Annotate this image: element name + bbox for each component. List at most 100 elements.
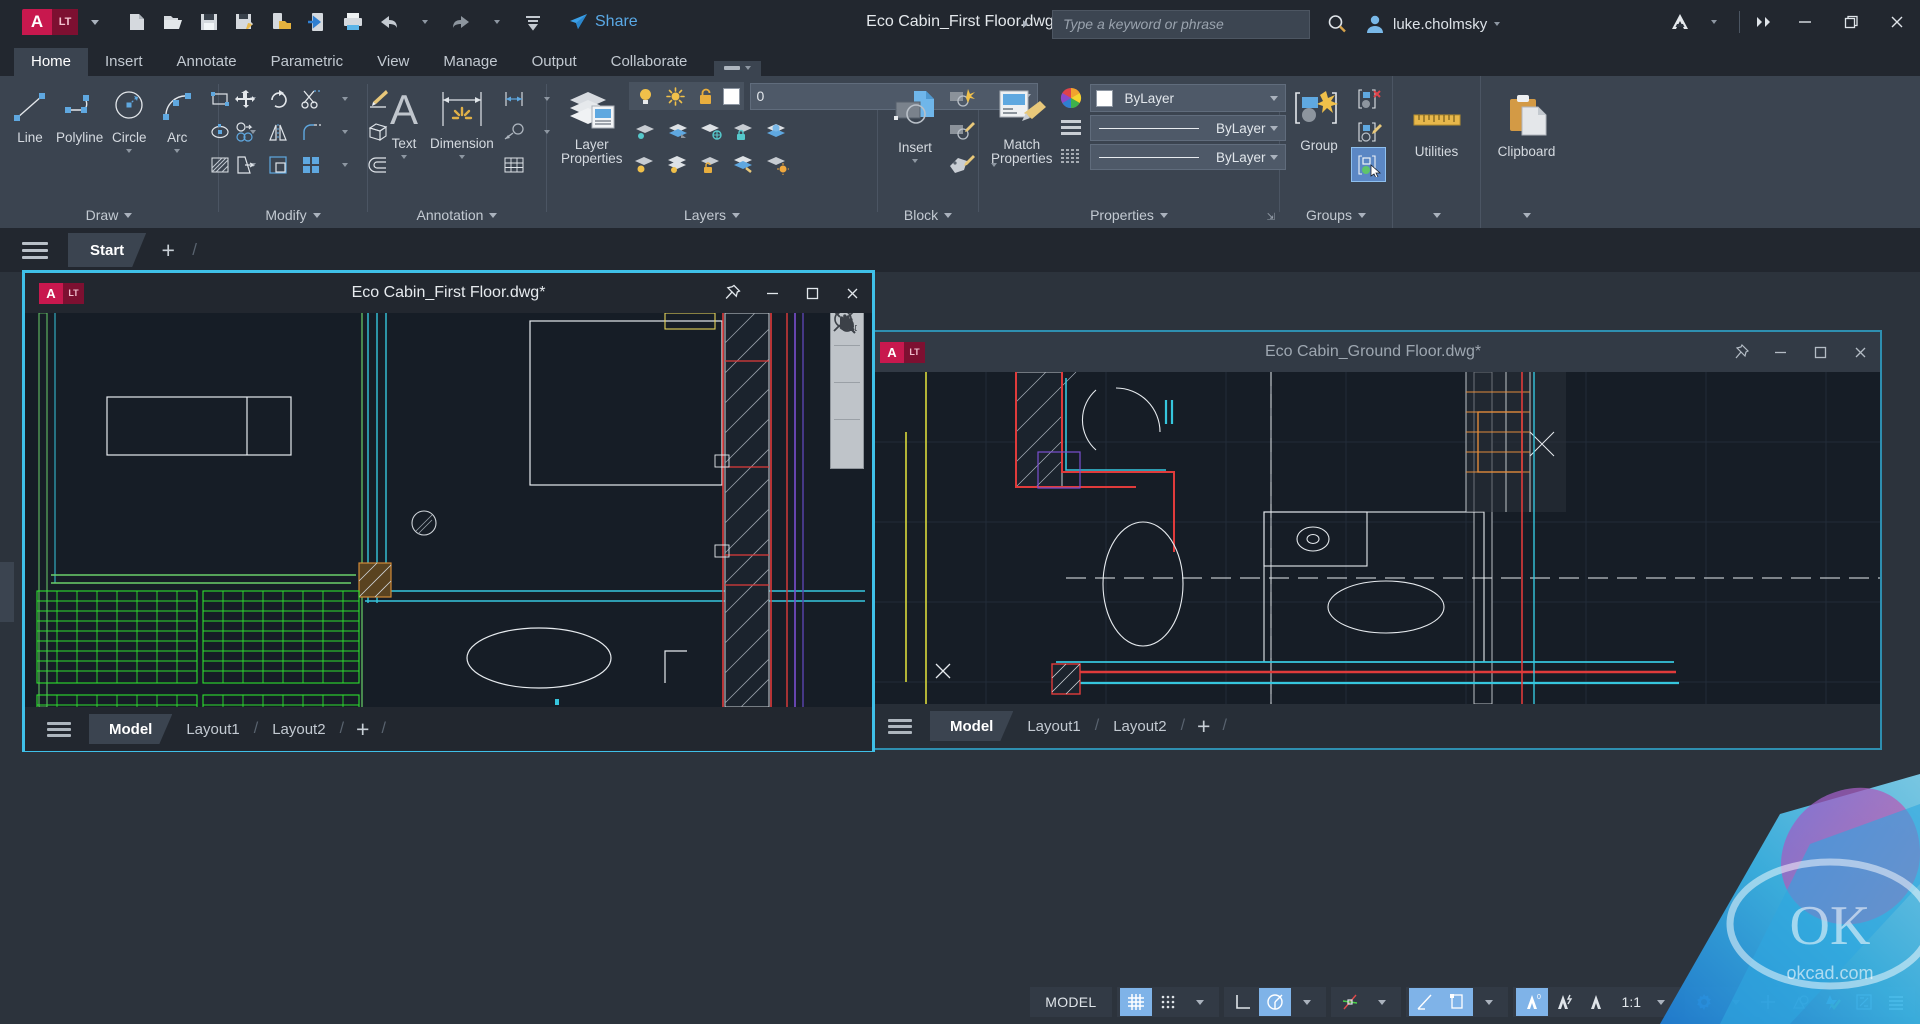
define-attributes-button[interactable] bbox=[944, 148, 977, 181]
close-window-button[interactable] bbox=[1874, 0, 1920, 44]
first-floor-menu-icon[interactable] bbox=[47, 721, 71, 737]
modify-fillet-button[interactable] bbox=[295, 115, 328, 148]
modify-stretch-button[interactable] bbox=[229, 148, 262, 181]
modify-scale-button[interactable] bbox=[262, 148, 295, 181]
layer-off-button[interactable] bbox=[695, 114, 728, 147]
new-icon[interactable] bbox=[120, 5, 154, 39]
minimize-window-button[interactable] bbox=[1782, 0, 1828, 44]
polar-tracking-caret[interactable] bbox=[1291, 988, 1323, 1016]
layer-thaw-all-button[interactable] bbox=[662, 147, 695, 180]
layer-match-button[interactable] bbox=[728, 147, 761, 180]
group-edit-button[interactable] bbox=[1352, 115, 1385, 148]
object-snap-toggle[interactable] bbox=[1334, 988, 1366, 1016]
ground-floor-pin-button[interactable] bbox=[1720, 332, 1760, 372]
hardware-acceleration-icon[interactable] bbox=[1752, 988, 1784, 1016]
ground-floor-close-button[interactable] bbox=[1840, 332, 1880, 372]
application-menu-caret[interactable] bbox=[78, 5, 112, 39]
create-block-button[interactable] bbox=[944, 82, 977, 115]
object-snap-caret[interactable] bbox=[1366, 988, 1398, 1016]
annotation-scale-caret[interactable] bbox=[1645, 988, 1677, 1016]
expand-ribbon-icon[interactable] bbox=[1748, 5, 1782, 39]
graphics-performance-icon[interactable] bbox=[1816, 988, 1848, 1016]
undo-dropdown-icon[interactable] bbox=[408, 5, 442, 39]
ribbon-tab-overflow[interactable] bbox=[714, 61, 762, 76]
autocad-lt-logo[interactable]: A LT bbox=[22, 9, 78, 35]
navbar-more-icon[interactable] bbox=[832, 313, 862, 453]
lineweight-combo[interactable]: ByLayer bbox=[1089, 144, 1286, 170]
snap-mode-toggle[interactable] bbox=[1152, 988, 1184, 1016]
annotation-text-button[interactable]: A Text bbox=[380, 82, 428, 163]
modify-trim-button[interactable] bbox=[295, 82, 328, 115]
draw-polyline-button[interactable]: Polyline bbox=[54, 82, 105, 149]
annotation-table-button[interactable] bbox=[498, 148, 531, 181]
save-to-web-mobile-icon[interactable] bbox=[264, 5, 298, 39]
modify-move-button[interactable] bbox=[229, 82, 262, 115]
layer-color-swatch[interactable] bbox=[722, 87, 740, 105]
ground-floor-new-layout-button[interactable]: + bbox=[1185, 713, 1222, 740]
share-button[interactable]: Share bbox=[560, 8, 646, 36]
ribbon-tab-collaborate[interactable]: Collaborate bbox=[594, 48, 705, 76]
search-expand-arrow-icon[interactable] bbox=[1008, 7, 1042, 41]
object-color-combo[interactable]: ByLayer bbox=[1089, 84, 1286, 112]
ribbon-tab-manage[interactable]: Manage bbox=[426, 48, 514, 76]
first-floor-new-layout-button[interactable]: + bbox=[344, 716, 381, 743]
plot-icon[interactable] bbox=[336, 5, 370, 39]
layer-isolate-all-button[interactable] bbox=[761, 147, 794, 180]
modify-copy-button[interactable] bbox=[229, 115, 262, 148]
ribbon-tab-home[interactable]: Home bbox=[14, 48, 89, 76]
layer-lock-button[interactable] bbox=[728, 114, 761, 147]
model-space-label[interactable]: MODEL bbox=[1033, 994, 1108, 1010]
autodesk-app-caret-icon[interactable] bbox=[1697, 5, 1731, 39]
ribbon-tab-view[interactable]: View bbox=[360, 48, 426, 76]
layer-make-current-button[interactable] bbox=[761, 114, 794, 147]
annotation-scale-value[interactable]: 1:1 bbox=[1612, 994, 1645, 1010]
layer-isolate-button[interactable] bbox=[629, 114, 662, 147]
grid-display-toggle[interactable] bbox=[1119, 988, 1152, 1016]
ground-floor-tab-layout2[interactable]: Layout2 bbox=[1099, 718, 1180, 735]
redo-icon[interactable] bbox=[444, 5, 478, 39]
first-floor-tab-layout2[interactable]: Layout2 bbox=[258, 721, 339, 738]
match-properties-button[interactable]: Match Properties bbox=[989, 82, 1055, 170]
undo-icon[interactable] bbox=[372, 5, 406, 39]
layer-turn-on-button[interactable] bbox=[629, 147, 662, 180]
snap-mode-caret[interactable] bbox=[1184, 988, 1216, 1016]
first-floor-canvas[interactable]: 2D bbox=[25, 313, 872, 707]
annotation-autoscale-toggle[interactable] bbox=[1548, 988, 1580, 1016]
lineweight-toggle[interactable] bbox=[1440, 988, 1473, 1016]
annotation-leader-button[interactable] bbox=[498, 115, 531, 148]
annotation-dimension-button[interactable]: Dimension bbox=[428, 82, 496, 163]
customization-icon[interactable] bbox=[1880, 988, 1912, 1016]
first-floor-pin-button[interactable] bbox=[712, 273, 752, 313]
modify-fillet-caret[interactable] bbox=[328, 115, 361, 148]
layer-thaw-icon[interactable] bbox=[663, 84, 689, 108]
ungroup-button[interactable] bbox=[1352, 82, 1385, 115]
draw-line-button[interactable]: Line bbox=[6, 82, 54, 149]
object-snap-tracking-toggle[interactable] bbox=[1408, 988, 1441, 1016]
first-floor-close-button[interactable] bbox=[832, 273, 872, 313]
ground-floor-minimize-button[interactable] bbox=[1760, 332, 1800, 372]
properties-panel-dialog-launcher[interactable]: ⇲ bbox=[1267, 212, 1275, 223]
pan-icon[interactable] bbox=[832, 314, 862, 379]
block-insert-button[interactable]: Insert bbox=[888, 82, 942, 167]
autodesk-app-icon[interactable] bbox=[1663, 5, 1697, 39]
first-floor-title-bar[interactable]: A LT Eco Cabin_First Floor.dwg* bbox=[25, 273, 872, 313]
first-floor-minimize-button[interactable] bbox=[752, 273, 792, 313]
layer-properties-button[interactable]: Layer Properties bbox=[559, 82, 625, 170]
hamburger-menu-icon[interactable] bbox=[22, 241, 48, 259]
ribbon-tab-output[interactable]: Output bbox=[515, 48, 594, 76]
redo-dropdown-icon[interactable] bbox=[480, 5, 514, 39]
ground-floor-menu-icon[interactable] bbox=[888, 718, 912, 734]
drawing-window-first-floor[interactable]: A LT Eco Cabin_First Floor.dwg* 2 Model … bbox=[22, 270, 875, 752]
clean-screen-icon[interactable] bbox=[1848, 988, 1880, 1016]
lineweight-caret[interactable] bbox=[1473, 988, 1505, 1016]
new-document-tab-button[interactable]: + bbox=[146, 233, 190, 267]
group-selection-toggle-button[interactable] bbox=[1351, 147, 1386, 182]
zoom-extents-icon[interactable] bbox=[832, 313, 862, 416]
ground-floor-canvas[interactable] bbox=[866, 372, 1880, 704]
open-icon[interactable] bbox=[156, 5, 190, 39]
navigation-bar[interactable]: 2D bbox=[830, 313, 864, 469]
open-from-web-mobile-icon[interactable] bbox=[300, 5, 334, 39]
customize-qat-icon[interactable] bbox=[516, 5, 550, 39]
group-button[interactable]: Group bbox=[1288, 82, 1350, 157]
clipboard-button[interactable]: Clipboard bbox=[1487, 88, 1566, 163]
